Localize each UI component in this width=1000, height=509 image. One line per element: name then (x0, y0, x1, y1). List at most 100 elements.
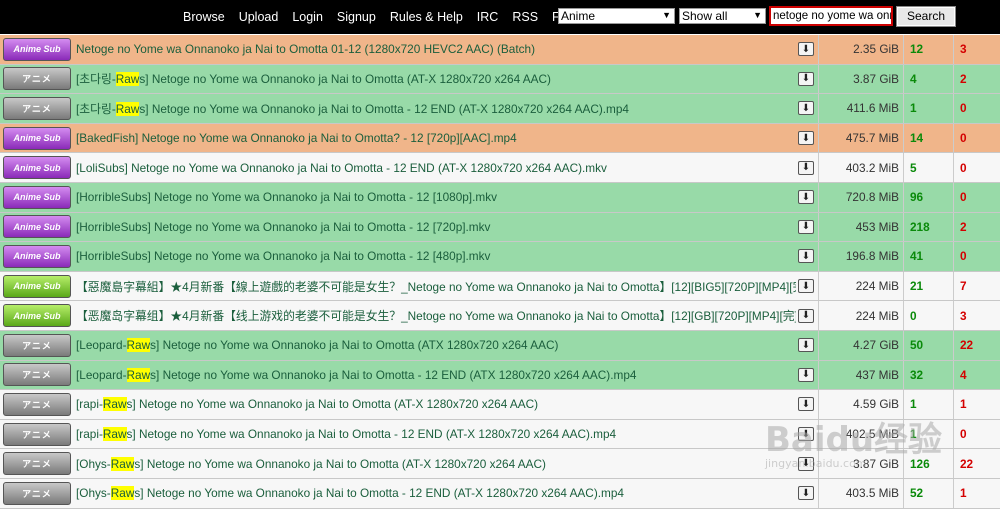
torrent-name-link[interactable]: [BakedFish] Netoge no Yome wa Onnanoko j… (71, 131, 796, 145)
nav-rules-help[interactable]: Rules & Help (390, 10, 463, 24)
torrent-name-link[interactable]: 【惡魔島字幕組】★4月新番【線上遊戲的老婆不可能是女生？_Netoge no Y… (71, 278, 796, 295)
torrent-name-part: Netoge no Yome wa Onnanoko ja Nai to Omo… (76, 42, 536, 57)
category-select[interactable]: Anime ▼ (558, 8, 675, 24)
status-select[interactable]: Show all ▼ (679, 8, 766, 24)
torrent-name-link[interactable]: [HorribleSubs] Netoge no Yome wa Onnanok… (71, 220, 796, 234)
torrent-row[interactable]: Anime Sub 【惡魔島字幕組】★4月新番【線上遊戲的老婆不可能是女生？_Ne… (0, 271, 1000, 302)
torrent-row[interactable]: Anime Sub [HorribleSubs] Netoge no Yome w… (0, 182, 1000, 213)
torrent-size: 402.5 MiB (818, 419, 903, 449)
nav-login[interactable]: Login (292, 10, 323, 24)
category-icon[interactable]: Anime Sub (3, 156, 71, 180)
torrent-name-link[interactable]: [HorribleSubs] Netoge no Yome wa Onnanok… (71, 190, 796, 204)
download-icon[interactable]: ⬇ (798, 427, 814, 442)
torrent-row[interactable]: アニメ [Ohys-Raws] Netoge no Yome wa Onnanok… (0, 478, 1000, 509)
category-icon[interactable]: アニメ (3, 481, 71, 505)
category-icon[interactable]: アニメ (3, 363, 71, 387)
torrent-row[interactable]: アニメ [rapi-Raws] Netoge no Yome wa Onnanok… (0, 419, 1000, 450)
torrent-name-part: [BakedFish] Netoge no Yome wa Onnanoko j… (76, 131, 517, 146)
download-icon[interactable]: ⬇ (798, 338, 814, 353)
download-icon[interactable]: ⬇ (798, 279, 814, 294)
download-icon[interactable]: ⬇ (798, 131, 814, 146)
torrent-row[interactable]: アニメ [rapi-Raws] Netoge no Yome wa Onnanok… (0, 390, 1000, 420)
torrent-row[interactable]: Anime Sub [HorribleSubs] Netoge no Yome w… (0, 212, 1000, 243)
search-button[interactable]: Search (896, 6, 956, 27)
download-icon[interactable]: ⬇ (798, 190, 814, 205)
download-icon[interactable]: ⬇ (798, 308, 814, 323)
download-icon[interactable]: ⬇ (798, 367, 814, 382)
search-highlight: Raw (126, 367, 151, 382)
category-icon[interactable]: Anime Sub (3, 37, 71, 61)
category-icon[interactable]: Anime Sub (3, 126, 71, 150)
torrent-name-part: s] Netoge no Yome wa Onnanoko ja Nai to … (139, 72, 551, 87)
status-select-value: Show all (682, 9, 728, 23)
nav-irc[interactable]: IRC (477, 10, 499, 24)
torrent-name-link[interactable]: [Leopard-Raws] Netoge no Yome wa Onnanok… (71, 338, 796, 353)
download-icon[interactable]: ⬇ (798, 160, 814, 175)
torrent-name-part: s] Netoge no Yome wa Onnanoko ja Nai to … (150, 338, 559, 353)
torrent-name-link[interactable]: [rapi-Raws] Netoge no Yome wa Onnanoko j… (71, 397, 796, 412)
search-input[interactable]: netoge no yome wa onn (769, 6, 893, 26)
category-icon[interactable]: Anime Sub (3, 304, 71, 328)
category-icon[interactable]: Anime Sub (3, 185, 71, 209)
chevron-down-icon: ▼ (753, 10, 762, 20)
torrent-name-part: [rapi- (76, 397, 103, 412)
nav-signup[interactable]: Signup (337, 10, 376, 24)
torrent-name-link[interactable]: [Ohys-Raws] Netoge no Yome wa Onnanoko j… (71, 456, 796, 471)
nav-upload[interactable]: Upload (239, 10, 279, 24)
torrent-row[interactable]: Anime Sub [LoliSubs] Netoge no Yome wa On… (0, 153, 1000, 183)
download-icon[interactable]: ⬇ (798, 101, 814, 116)
download-icon[interactable]: ⬇ (798, 71, 814, 86)
download-icon[interactable]: ⬇ (798, 42, 814, 57)
torrent-name-part: [HorribleSubs] Netoge no Yome wa Onnanok… (76, 190, 497, 205)
torrent-size: 3.87 GiB (818, 449, 903, 478)
torrent-size: 403.5 MiB (818, 478, 903, 508)
torrent-leechers: 4 (953, 360, 993, 390)
category-icon[interactable]: Anime Sub (3, 244, 71, 268)
download-icon[interactable]: ⬇ (798, 486, 814, 501)
torrent-name-link[interactable]: [초다링-Raws] Netoge no Yome wa Onnanoko ja… (71, 70, 796, 87)
torrent-name-link[interactable]: [Leopard-Raws] Netoge no Yome wa Onnanok… (71, 367, 796, 382)
download-icon[interactable]: ⬇ (798, 249, 814, 264)
category-icon[interactable]: アニメ (3, 67, 71, 91)
download-icon[interactable]: ⬇ (798, 456, 814, 471)
category-icon[interactable]: アニメ (3, 422, 71, 446)
torrent-row[interactable]: Anime Sub Netoge no Yome wa Onnanoko ja N… (0, 35, 1000, 65)
category-icon[interactable]: アニメ (3, 96, 71, 120)
torrent-seeders: 218 (903, 212, 953, 242)
torrent-size: 3.87 GiB (818, 64, 903, 94)
torrent-leechers: 22 (953, 330, 993, 360)
torrent-name-link[interactable]: 【恶魔岛字幕组】★4月新番【线上游戏的老婆不可能是女生？_Netoge no Y… (71, 307, 796, 324)
torrent-leechers: 0 (953, 419, 993, 449)
nav-browse[interactable]: Browse (183, 10, 225, 24)
torrent-name-link[interactable]: [초다링-Raws] Netoge no Yome wa Onnanoko ja… (71, 100, 796, 117)
torrent-row[interactable]: アニメ [초다링-Raws] Netoge no Yome wa Onnanoko… (0, 94, 1000, 124)
torrent-name-link[interactable]: [HorribleSubs] Netoge no Yome wa Onnanok… (71, 249, 796, 263)
torrent-row[interactable]: Anime Sub [BakedFish] Netoge no Yome wa O… (0, 123, 1000, 154)
torrent-size: 453 MiB (818, 212, 903, 242)
category-icon[interactable]: アニメ (3, 452, 71, 476)
torrent-row[interactable]: Anime Sub [HorribleSubs] Netoge no Yome w… (0, 242, 1000, 272)
torrent-seeders: 1 (903, 94, 953, 123)
download-icon[interactable]: ⬇ (798, 219, 814, 234)
torrent-name-link[interactable]: [LoliSubs] Netoge no Yome wa Onnanoko ja… (71, 161, 796, 175)
torrent-row[interactable]: アニメ [Ohys-Raws] Netoge no Yome wa Onnanok… (0, 449, 1000, 479)
category-icon[interactable]: Anime Sub (3, 215, 71, 239)
torrent-size: 2.35 GiB (818, 35, 903, 64)
torrent-name-part: [HorribleSubs] Netoge no Yome wa Onnanok… (76, 249, 491, 264)
torrent-size: 403.2 MiB (818, 153, 903, 182)
torrent-row[interactable]: アニメ [Leopard-Raws] Netoge no Yome wa Onna… (0, 360, 1000, 391)
torrent-row[interactable]: アニメ [초다링-Raws] Netoge no Yome wa Onnanoko… (0, 64, 1000, 95)
torrent-row[interactable]: アニメ [Leopard-Raws] Netoge no Yome wa Onna… (0, 330, 1000, 361)
torrent-name-link[interactable]: [Ohys-Raws] Netoge no Yome wa Onnanoko j… (71, 486, 796, 501)
category-icon[interactable]: Anime Sub (3, 274, 71, 298)
torrent-name-link[interactable]: Netoge no Yome wa Onnanoko ja Nai to Omo… (71, 42, 796, 56)
torrent-name-link[interactable]: [rapi-Raws] Netoge no Yome wa Onnanoko j… (71, 427, 796, 442)
download-icon[interactable]: ⬇ (798, 397, 814, 412)
search-highlight: Raw (115, 72, 140, 87)
torrent-row[interactable]: Anime Sub 【恶魔岛字幕组】★4月新番【线上游戏的老婆不可能是女生？_Ne… (0, 301, 1000, 331)
category-icon[interactable]: アニメ (3, 333, 71, 357)
category-icon[interactable]: アニメ (3, 392, 71, 416)
torrent-seeders: 96 (903, 182, 953, 212)
torrent-name-part: s] Netoge no Yome wa Onnanoko ja Nai to … (126, 427, 617, 442)
nav-rss[interactable]: RSS (512, 10, 538, 24)
